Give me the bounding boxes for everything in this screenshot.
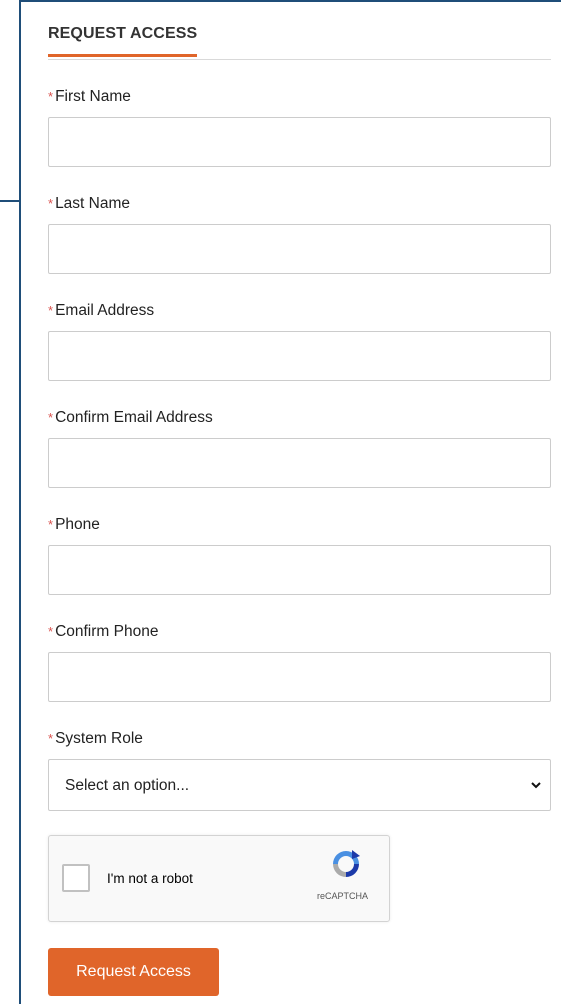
- field-phone: * Phone: [48, 515, 100, 535]
- frame-left-line: [19, 0, 21, 1004]
- form-title: REQUEST ACCESS: [48, 24, 198, 57]
- recaptcha-brand: reCAPTCHA: [317, 891, 369, 901]
- required-marker: *: [48, 410, 54, 425]
- system-role-selected: Select an option...: [65, 777, 190, 794]
- email-input[interactable]: [48, 331, 551, 381]
- recaptcha-label: I'm not a robot: [107, 871, 193, 886]
- required-marker: *: [48, 517, 54, 532]
- field-system-role: * System Role: [48, 729, 143, 749]
- required-marker: *: [48, 731, 54, 746]
- request-access-form: REQUEST ACCESS: [48, 0, 551, 60]
- page: REQUEST ACCESS * First Name * Last Name * E…: [0, 0, 561, 1004]
- recaptcha-widget: I'm not a robot reCAPTCHA: [48, 835, 390, 922]
- required-marker: *: [48, 196, 54, 211]
- confirm-phone-label: * Confirm Phone: [48, 623, 159, 640]
- system-role-select[interactable]: Select an option...: [48, 759, 551, 811]
- phone-input[interactable]: [48, 545, 551, 595]
- first-name-input[interactable]: [48, 117, 551, 167]
- recaptcha-logo-icon: [333, 850, 360, 877]
- required-marker: *: [48, 89, 54, 104]
- request-access-button[interactable]: Request Access: [48, 948, 219, 996]
- field-confirm-phone: * Confirm Phone: [48, 622, 158, 642]
- field-email: * Email Address: [48, 301, 154, 321]
- recaptcha-checkbox[interactable]: [62, 864, 90, 892]
- phone-label: * Phone: [48, 516, 100, 533]
- chevron-down-icon: [531, 782, 541, 789]
- field-confirm-email: * Confirm Email Address: [48, 408, 213, 428]
- section-title: REQUEST ACCESS: [48, 24, 551, 60]
- confirm-email-input[interactable]: [48, 438, 551, 488]
- frame-stub-line: [0, 200, 20, 202]
- field-first-name: * First Name: [48, 87, 131, 107]
- last-name-label: * Last Name: [48, 195, 131, 212]
- required-marker: *: [48, 624, 54, 639]
- required-marker: *: [48, 303, 54, 318]
- email-label: * Email Address: [48, 302, 155, 319]
- field-last-name: * Last Name: [48, 194, 130, 214]
- confirm-email-label: * Confirm Email Address: [48, 409, 213, 426]
- confirm-phone-input[interactable]: [48, 652, 551, 702]
- first-name-label: * First Name: [48, 88, 131, 105]
- system-role-label: * System Role: [48, 730, 143, 747]
- last-name-input[interactable]: [48, 224, 551, 274]
